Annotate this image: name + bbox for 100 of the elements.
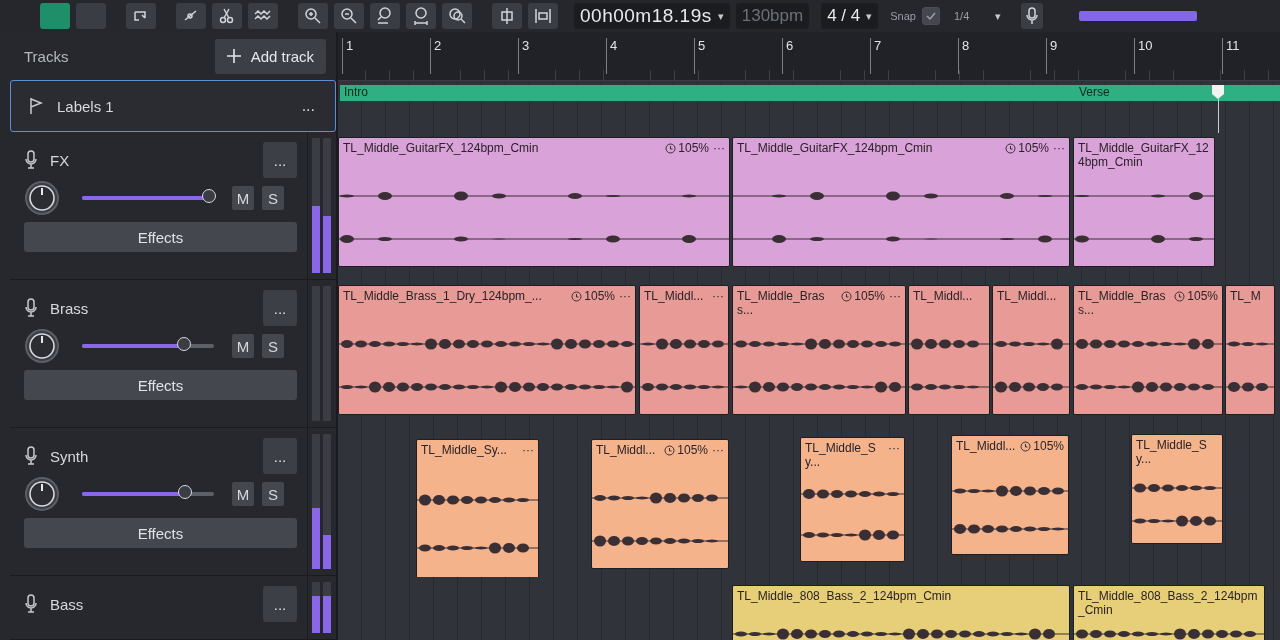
more-button[interactable]: ... (263, 290, 297, 326)
bar-number: 6 (782, 38, 794, 74)
bar-number: 5 (694, 38, 706, 74)
input-button[interactable] (1021, 3, 1044, 29)
more-button[interactable]: ··· (889, 289, 901, 303)
grid-value[interactable]: 1/4 (953, 10, 970, 22)
clock-icon (664, 444, 676, 456)
solo-button[interactable]: S (262, 482, 284, 506)
align-edges-icon (533, 6, 553, 26)
track-name: Labels 1 (57, 97, 115, 115)
audio-clip[interactable]: TL_Middl... (908, 285, 990, 415)
audio-clip[interactable]: TL_Middle_Brass... 105% ··· (732, 285, 906, 415)
align-center-button[interactable] (492, 3, 522, 29)
more-button[interactable]: ··· (1053, 141, 1065, 155)
effects-button[interactable]: Effects (24, 518, 297, 548)
mute-button[interactable]: M (232, 482, 254, 506)
audio-clip[interactable]: TL_Middle_GuitarFX_124bpm_Cmin 105% ··· (338, 137, 730, 267)
more-button[interactable]: ··· (713, 141, 725, 155)
more-button[interactable]: ··· (712, 289, 724, 303)
audio-clip[interactable]: TL_Middle_Sy... (1131, 434, 1223, 544)
stretch-percentage: 105% (678, 141, 709, 155)
effects-button[interactable]: Effects (24, 222, 297, 252)
zoom-width-button[interactable] (406, 3, 436, 29)
label-track-header[interactable]: Labels 1 ... (10, 80, 336, 132)
clock-icon (1174, 290, 1186, 302)
pan-knob[interactable] (24, 328, 60, 364)
solo-button[interactable]: S (262, 334, 284, 358)
audio-clip[interactable]: TL_Middle_GuitarFX_124bpm_Cmin (1073, 137, 1215, 267)
pan-knob[interactable] (24, 476, 60, 512)
more-button[interactable]: ··· (712, 443, 724, 457)
audio-clip[interactable]: TL_Middle_Brass... 105% (1073, 285, 1223, 415)
time-display: 00h00m18.19s (580, 5, 712, 27)
clip-name: TL_Middle_GuitarFX_124bpm_Cmin (1078, 141, 1210, 169)
stretch-percentage: 105% (1187, 289, 1218, 303)
clip-name: TL_Middle_Sy... (1136, 438, 1208, 466)
section-label: Intro (340, 85, 1075, 101)
clip-name: TL_Middl... (596, 443, 657, 457)
audio-clip[interactable]: TL_Middl... 105% ··· (591, 439, 729, 569)
zoom-fit-button[interactable] (370, 3, 400, 29)
more-button[interactable]: ··· (888, 441, 900, 455)
snap-checkbox[interactable] (921, 7, 940, 25)
clip-name: TL_Middle_GuitarFX_124bpm_Cmin (737, 141, 934, 155)
bar-number: 8 (958, 38, 970, 74)
wave-button[interactable] (248, 3, 278, 29)
mute-button[interactable]: M (232, 186, 254, 210)
audio-clip[interactable]: TL_Middle_Sy... ··· (800, 437, 905, 562)
more-button[interactable]: ... (263, 586, 297, 622)
scissors-button[interactable] (212, 3, 242, 29)
audio-clip[interactable]: TL_Middle_808_Bass_2_124bpm_Cmin (1073, 585, 1265, 640)
caret-icon[interactable]: ▾ (866, 9, 873, 23)
track-name: Synth (50, 447, 90, 465)
audio-clip[interactable]: TL_M (1225, 285, 1275, 415)
track-name: FX (50, 151, 71, 169)
audio-clip[interactable]: TL_Middl... ··· (639, 285, 729, 415)
add-track-button[interactable]: Add track (214, 38, 326, 74)
bar-number: 2 (430, 38, 442, 74)
clip-name: TL_Middle_808_Bass_2_124bpm_Cmin (737, 589, 953, 603)
playhead-marker[interactable] (1212, 85, 1224, 99)
time-signature[interactable]: 4 / 4 (827, 6, 861, 26)
clip-name: TL_Middle_GuitarFX_124bpm_Cmin (343, 141, 540, 155)
bar-number: 7 (870, 38, 882, 74)
audio-clip[interactable]: TL_Middl... 105% (951, 435, 1069, 555)
more-button[interactable]: ... (301, 97, 315, 115)
more-button[interactable]: ··· (522, 443, 534, 457)
audio-clip[interactable]: TL_Middl... (992, 285, 1070, 415)
audio-clip[interactable]: TL_Middle_GuitarFX_124bpm_Cmin 105% ··· (732, 137, 1070, 267)
zoom-in-button[interactable] (298, 3, 328, 29)
more-button[interactable]: ... (263, 142, 297, 178)
audio-clip[interactable]: TL_Middle_808_Bass_2_124bpm_Cmin (732, 585, 1070, 640)
checkmark-icon (924, 10, 937, 22)
more-button[interactable]: ... (263, 438, 297, 474)
caret-icon[interactable]: ▾ (717, 9, 724, 23)
stretch-percentage: 105% (1018, 141, 1049, 155)
tracks-heading: Tracks (24, 47, 69, 65)
audio-clip[interactable]: TL_Middle_Brass_1_Dry_124bpm_... 105% ··· (338, 285, 636, 415)
flag-icon (29, 97, 43, 115)
caret-icon[interactable]: ▾ (995, 9, 1002, 23)
mute-button[interactable]: M (232, 334, 254, 358)
snap-label: Snap (890, 10, 916, 22)
zoom-out-button[interactable] (334, 3, 364, 29)
pan-knob[interactable] (24, 180, 60, 216)
level-meter (312, 582, 320, 633)
zoom-toggle-button[interactable] (442, 3, 472, 29)
align-edges-button[interactable] (528, 3, 558, 29)
zoom-toggle-icon (447, 6, 467, 26)
more-button[interactable]: ··· (619, 289, 631, 303)
clip-name: TL_Middl... (913, 289, 974, 303)
stretch-percentage: 105% (584, 289, 615, 303)
audio-clip[interactable]: TL_Middle_Sy... ··· (416, 439, 539, 579)
stretch-percentage: 105% (1033, 439, 1064, 453)
track-name: Bass (50, 595, 85, 613)
effects-button[interactable]: Effects (24, 370, 297, 400)
microphone-icon (24, 446, 38, 466)
level-meter (323, 582, 331, 633)
clock-icon (841, 290, 853, 302)
solo-button[interactable]: S (262, 186, 284, 210)
zoom-out-icon (339, 6, 359, 26)
loop-button[interactable] (126, 3, 156, 29)
clock-icon (665, 142, 677, 154)
microphone-icon (1025, 7, 1040, 25)
